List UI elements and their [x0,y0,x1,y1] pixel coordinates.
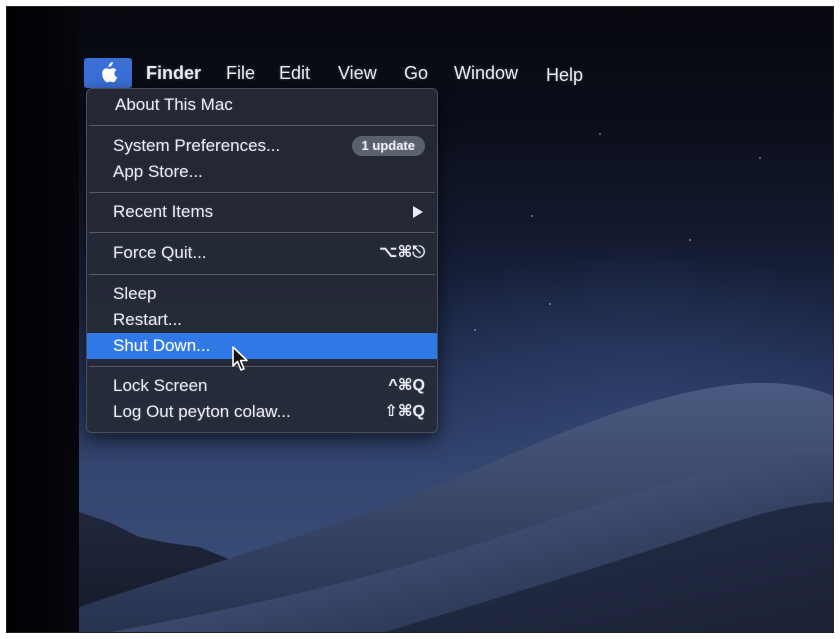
star [759,157,761,159]
menu-item-label: System Preferences... [113,136,281,155]
menu-item-label: Shut Down... [113,336,211,355]
force-quit-shortcut: ⌥⌘⎋ [379,244,425,261]
menu-file[interactable]: File [226,62,255,84]
menu-item-shut-down[interactable]: Shut Down... [87,333,437,359]
menu-item-app-store[interactable]: App Store... [87,159,437,185]
mouse-pointer-icon [232,346,248,371]
menu-item-log-out[interactable]: Log Out peyton colaw... ⇧⌘Q [87,399,437,425]
menu-item-lock-screen[interactable]: Lock Screen ^⌘Q [87,373,437,399]
lock-screen-shortcut: ^⌘Q [388,377,425,394]
menu-item-label: Lock Screen [113,376,208,395]
menu-separator [89,366,435,367]
submenu-arrow-icon [413,206,423,218]
menu-item-restart[interactable]: Restart... [87,307,437,333]
menu-item-about-this-mac[interactable]: About This Mac [87,92,437,118]
star [599,133,601,135]
menu-item-sleep[interactable]: Sleep [87,281,437,307]
menu-separator [89,274,435,275]
menu-separator [89,232,435,233]
menu-go[interactable]: Go [404,62,428,84]
star [474,329,476,331]
menu-item-label: Recent Items [113,202,214,221]
menu-item-label: Restart... [113,310,182,329]
star [549,303,551,305]
menu-item-label: Force Quit... [113,243,207,262]
apple-menu-button[interactable] [84,58,132,88]
menu-item-recent-items[interactable]: Recent Items [87,199,437,225]
apple-logo-icon [102,62,118,83]
menu-item-system-preferences[interactable]: System Preferences... 1 update [87,133,437,159]
menu-item-force-quit[interactable]: Force Quit... ⌥⌘⎋ [87,240,437,266]
menu-separator [89,125,435,126]
menu-separator [89,192,435,193]
menu-edit[interactable]: Edit [279,62,310,84]
update-badge: 1 update [351,136,425,156]
star [689,239,691,241]
menu-item-label: App Store... [113,162,203,181]
menu-window[interactable]: Window [454,62,518,84]
star [531,215,533,217]
screen-bezel [7,7,79,632]
menu-bar: Finder File Edit View Go Window Help [84,58,624,90]
log-out-shortcut: ⇧⌘Q [384,403,425,420]
menu-help[interactable]: Help [546,64,583,86]
menu-item-label: Sleep [113,284,157,303]
apple-dropdown-menu: About This Mac System Preferences... 1 u… [86,88,438,433]
menu-item-label: Log Out peyton colaw... [113,402,291,421]
menu-finder[interactable]: Finder [146,62,201,84]
menu-view[interactable]: View [338,62,377,84]
menu-item-label: About This Mac [115,95,233,114]
